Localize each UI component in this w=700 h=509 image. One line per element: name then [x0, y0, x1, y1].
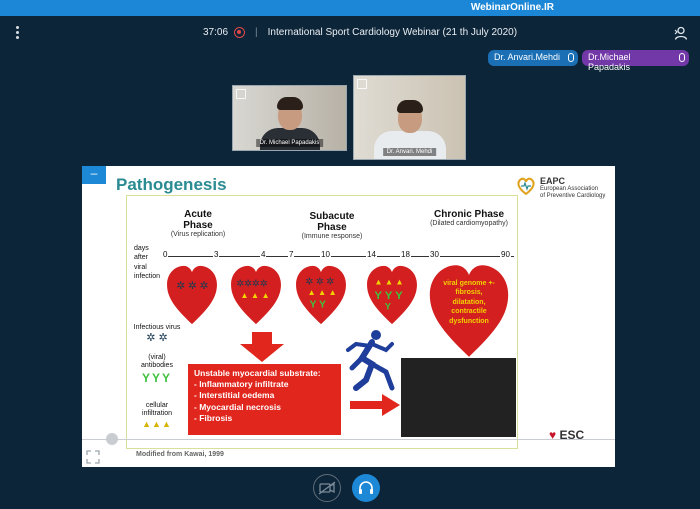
phase-name: Chronic Phase [433, 209, 505, 220]
substrate-line: - Myocardial necrosis [194, 401, 281, 412]
tick-label: 7 [288, 250, 295, 259]
microphone-icon [568, 53, 574, 62]
eapc-org: EAPC European Association of Preventive … [540, 176, 606, 199]
eapc-line2: of Preventive Cardiology [540, 192, 606, 199]
phase-sub: (Dilated cardiomyopathy) [430, 220, 508, 227]
camera-off-icon [318, 481, 336, 495]
video-tile-anvari[interactable]: Dr. Anvari. Mehdi [353, 75, 466, 160]
chronic-text-line: viral genome +- [443, 280, 495, 287]
days-label-line: days [134, 245, 149, 252]
slide-title: Pathogenesis [116, 175, 227, 194]
phase-sub: (Virus replication) [170, 231, 226, 238]
heart-icon: ✲ ✲ ✲ [167, 265, 217, 325]
svg-text:▲ ▲ ▲: ▲ ▲ ▲ [307, 287, 336, 297]
tick-label: 18 [400, 250, 411, 259]
ecg-image [401, 358, 516, 437]
runner-icon [346, 330, 395, 391]
participant-name: Dr.Michael Papadakis [588, 52, 631, 72]
slide-progress-track[interactable] [82, 439, 615, 440]
participant-pill-anvari[interactable]: Dr. Anvari.Mehdi [488, 50, 578, 66]
right-arrow-icon [350, 394, 400, 416]
presentation-slide: – Pathogenesis EAPC European Association… [82, 166, 615, 467]
more-menu-icon[interactable] [14, 26, 20, 42]
unstable-substrate-box: Unstable myocardial substrate: - Inflamm… [188, 364, 341, 435]
slide-progress-handle[interactable] [106, 433, 118, 445]
phase-name: Subacute Phase [309, 211, 355, 233]
expand-icon[interactable] [236, 89, 246, 99]
eapc-line1: European Association [540, 186, 599, 193]
phase-subacute: Subacute Phase (Immune response) [300, 211, 364, 240]
session-title: International Sport Cardiology Webinar (… [267, 27, 518, 38]
site-name: WebinarOnline.IR [470, 2, 554, 13]
tick-label: 0 [162, 250, 169, 259]
svg-text:▲ ▲ ▲: ▲ ▲ ▲ [240, 290, 269, 300]
header-separator: | [255, 27, 258, 38]
days-label-line: after [134, 254, 149, 262]
svg-text:▲ ▲ ▲: ▲ ▲ ▲ [374, 277, 403, 287]
svg-text:Y Y: Y Y [310, 299, 326, 310]
participant-pill-papadakis[interactable]: Dr.Michael Papadakis [582, 50, 689, 72]
top-bar: WebinarOnline.IR [0, 0, 700, 16]
source-note: Modified from Kawai, 1999 [136, 451, 224, 458]
svg-text:✲ ✲ ✲: ✲ ✲ ✲ [305, 277, 334, 287]
audio-button[interactable] [352, 474, 380, 502]
substrate-line: - Fibrosis [194, 412, 233, 423]
video-name-label: Dr. Anvari. Mehdi [382, 148, 437, 156]
tick-label: 30 [429, 250, 440, 259]
eapc-abbr: EAPC [540, 176, 566, 186]
video-name-label: Dr. Michael Papadakis [255, 139, 324, 147]
session-timer: 37:06 [203, 27, 229, 38]
substrate-line: - Interstitial oedema [194, 390, 275, 401]
heart-icon: ▲ ▲ ▲ Y Y Y Y [367, 265, 417, 325]
legend-virus: Infectious virus ✲ ✲ [132, 324, 182, 346]
tick-label: 90 [500, 250, 511, 259]
participant-name: Dr. Anvari.Mehdi [494, 52, 561, 62]
days-label-line: infection [134, 273, 161, 281]
tick-label: 4 [260, 250, 267, 259]
days-label: days after viral infection [134, 244, 160, 282]
substrate-line: - Inflammatory infiltrate [194, 379, 289, 390]
phase-sub: (Immune response) [301, 233, 363, 240]
antibody-icon: YYY [141, 370, 172, 385]
svg-text:Y: Y [385, 302, 392, 312]
participants-icon[interactable] [674, 26, 688, 40]
legend-antibodies: (viral) antibodies YYY [132, 354, 182, 385]
eapc-logo-icon [517, 177, 535, 195]
legend-label: (viral) antibodies [141, 354, 173, 370]
video-tile-papadakis[interactable]: Dr. Michael Papadakis [232, 85, 347, 151]
expand-icon[interactable] [86, 450, 100, 464]
expand-icon[interactable] [357, 79, 367, 89]
microphone-icon [679, 53, 685, 62]
chronic-text-line: fibrosis, [455, 289, 483, 297]
minimize-slide-button[interactable]: – [82, 166, 106, 184]
svg-text:Y Y Y: Y Y Y [374, 290, 403, 302]
record-icon[interactable] [234, 27, 246, 38]
legend-cellular: cellular infiltration ▲▲▲ [132, 402, 182, 430]
virus-icon: ✲ ✲ [146, 332, 168, 345]
chronic-text-line: dilatation, [452, 298, 486, 306]
svg-text:✲✲✲✲: ✲✲✲✲ [236, 279, 267, 289]
headphones-icon [359, 481, 373, 494]
chronic-heart-text: viral genome +- fibrosis, dilatation, co… [434, 279, 504, 326]
phase-chronic: Chronic Phase (Dilated cardiomyopathy) [426, 209, 512, 227]
phase-acute: Acute Phase (Virus replication) [168, 209, 228, 238]
substrate-line: Unstable myocardial substrate: [194, 368, 321, 378]
phase-name: Acute Phase [183, 209, 213, 231]
tick-label: 14 [366, 250, 377, 259]
down-arrow-icon [240, 332, 284, 362]
camera-toggle-button[interactable] [313, 474, 341, 502]
chronic-text-line: dysfunction [449, 317, 489, 325]
legend-label: Infectious virus [133, 324, 181, 331]
cell-infiltration-icon: ▲▲▲ [142, 418, 172, 429]
session-header: 37:06 | International Sport Cardiology W… [203, 27, 517, 38]
days-label-line: viral [134, 263, 147, 271]
heart-icon: ✲ ✲ ✲ ▲ ▲ ▲ Y Y [296, 265, 346, 325]
svg-text:✲ ✲ ✲: ✲ ✲ ✲ [176, 281, 208, 292]
tick-label: 3 [213, 250, 220, 259]
tick-label: 10 [320, 250, 331, 259]
chronic-text-line: contractile [451, 308, 487, 316]
heart-icon: ✲✲✲✲ ▲ ▲ ▲ [231, 265, 281, 325]
legend-label: cellular infiltration [142, 402, 172, 418]
